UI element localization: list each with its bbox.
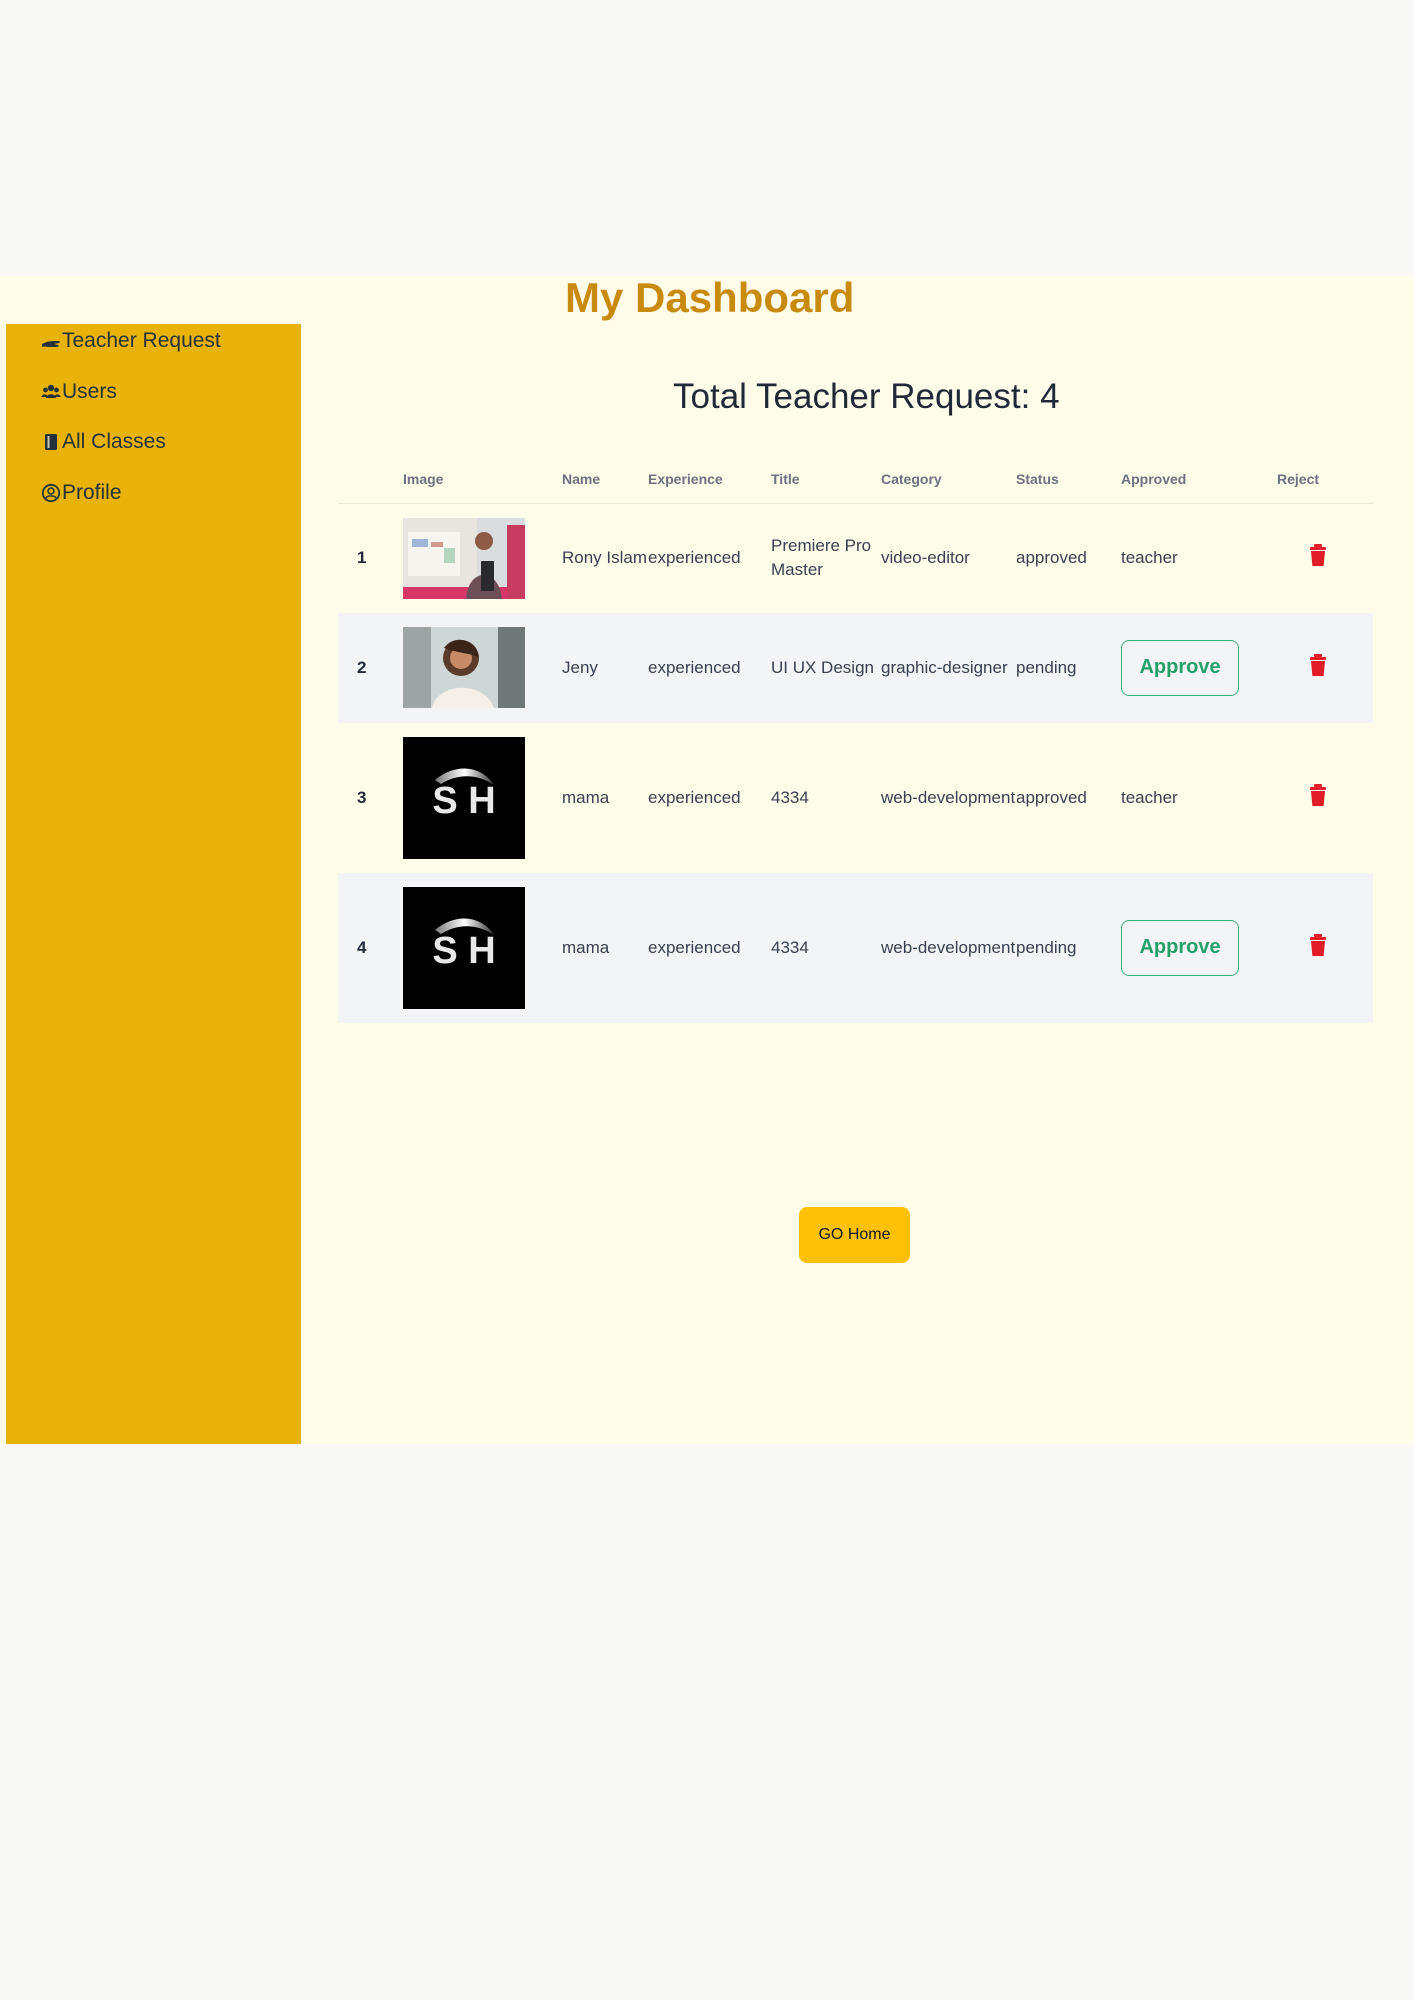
teacher-experience: experienced <box>648 548 741 568</box>
book-icon <box>41 432 61 452</box>
request-status: approved <box>1016 548 1087 568</box>
teacher-request-table: Image Name Experience Title Category Sta… <box>338 455 1373 1023</box>
table-row: 4 S H mama experienced 4334 web-developm… <box>338 872 1373 1023</box>
approve-button[interactable]: Approve <box>1121 919 1239 976</box>
delete-request-button[interactable] <box>1305 542 1331 568</box>
delete-request-button[interactable] <box>1305 652 1331 678</box>
sidebar-item-label: Users <box>62 380 117 403</box>
teacher-photo <box>403 627 525 708</box>
trash-icon <box>1310 544 1326 567</box>
request-status: pending <box>1016 937 1077 957</box>
approved-role: teacher <box>1121 787 1178 807</box>
reject-cell <box>1277 613 1373 723</box>
row-number: 3 <box>357 787 367 807</box>
reject-cell <box>1277 504 1373 613</box>
trash-icon <box>1310 933 1326 956</box>
teacher-experience: experienced <box>648 937 741 957</box>
users-icon <box>41 382 61 402</box>
class-title: Premiere Pro Master <box>771 536 872 580</box>
sidebar-item-all-classes[interactable]: All Classes <box>41 425 166 459</box>
image-cell: S H <box>403 873 562 1023</box>
sidebar: Teacher Request Users All Classes Profil… <box>6 324 301 1444</box>
delete-request-button[interactable] <box>1305 932 1331 958</box>
reject-cell <box>1277 873 1373 1023</box>
teacher-category: graphic-designer <box>881 657 1008 677</box>
table-row: 3 S H mama experienced 4334 web-developm… <box>338 723 1373 873</box>
delete-request-button[interactable] <box>1305 782 1331 808</box>
table-header-row: Image Name Experience Title Category Sta… <box>338 455 1373 504</box>
teacher-experience: experienced <box>648 657 741 677</box>
sidebar-item-users[interactable]: Users <box>41 375 117 409</box>
trash-icon <box>1310 653 1326 676</box>
image-cell <box>403 504 562 613</box>
sh-logo: S H <box>403 886 525 1009</box>
teacher-name: Jeny <box>562 657 598 677</box>
request-status: approved <box>1016 787 1087 807</box>
table-header-reject: Reject <box>1277 455 1373 504</box>
table-header-name: Name <box>562 455 648 504</box>
svg-text:S H: S H <box>432 780 495 822</box>
sidebar-item-teacher-request[interactable]: Teacher Request <box>41 324 221 358</box>
table-header-title: Title <box>771 455 881 504</box>
request-status: pending <box>1016 657 1077 677</box>
row-number: 2 <box>357 657 367 677</box>
sidebar-item-label: Profile <box>62 481 122 504</box>
table-header-number <box>338 455 403 504</box>
teacher-name: mama <box>562 787 610 807</box>
teacher-photo <box>403 517 525 599</box>
go-home-button[interactable]: GO Home <box>799 1207 910 1263</box>
image-cell <box>403 613 562 723</box>
table-header-status: Status <box>1016 455 1121 504</box>
sidebar-item-label: All Classes <box>62 430 166 453</box>
approved-cell: Approve <box>1121 613 1277 723</box>
table-header-experience: Experience <box>648 455 771 504</box>
teacher-name: mama <box>562 937 610 957</box>
teacher-name: Rony Islam <box>562 548 648 568</box>
trash-icon <box>1310 783 1326 806</box>
table-row: 2 Jeny experienced UI UX Design graphic-… <box>338 612 1373 723</box>
teacher-category: web-development <box>881 937 1016 957</box>
user-circle-icon <box>41 483 61 503</box>
class-title: 4334 <box>771 787 809 807</box>
teacher-experience: experienced <box>648 787 741 807</box>
reject-cell <box>1277 723 1373 873</box>
class-title: UI UX Design <box>771 657 874 677</box>
table-header-category: Category <box>881 455 1016 504</box>
table-header-image: Image <box>403 455 562 504</box>
row-number: 1 <box>357 548 367 568</box>
image-cell: S H <box>403 723 562 873</box>
sh-logo: S H <box>403 736 525 859</box>
sidebar-item-label: Teacher Request <box>62 329 221 352</box>
teacher-category: video-editor <box>881 548 970 568</box>
svg-text:S H: S H <box>432 930 495 972</box>
main-content: Total Teacher Request: 4 Image Name Expe… <box>301 276 1414 1444</box>
teacher-category: web-development <box>881 787 1016 807</box>
total-teacher-request: Total Teacher Request: 4 <box>673 377 1060 416</box>
table-row: 1 Rony Islam experienced Premiere Pro Ma… <box>338 504 1373 613</box>
approve-button[interactable]: Approve <box>1121 639 1239 696</box>
hand-icon <box>41 331 61 351</box>
table-header-approved: Approved <box>1121 455 1277 504</box>
approved-cell: Approve <box>1121 873 1277 1023</box>
class-title: 4334 <box>771 937 809 957</box>
approved-role: teacher <box>1121 548 1178 568</box>
sidebar-item-profile[interactable]: Profile <box>41 476 122 510</box>
row-number: 4 <box>357 937 367 957</box>
